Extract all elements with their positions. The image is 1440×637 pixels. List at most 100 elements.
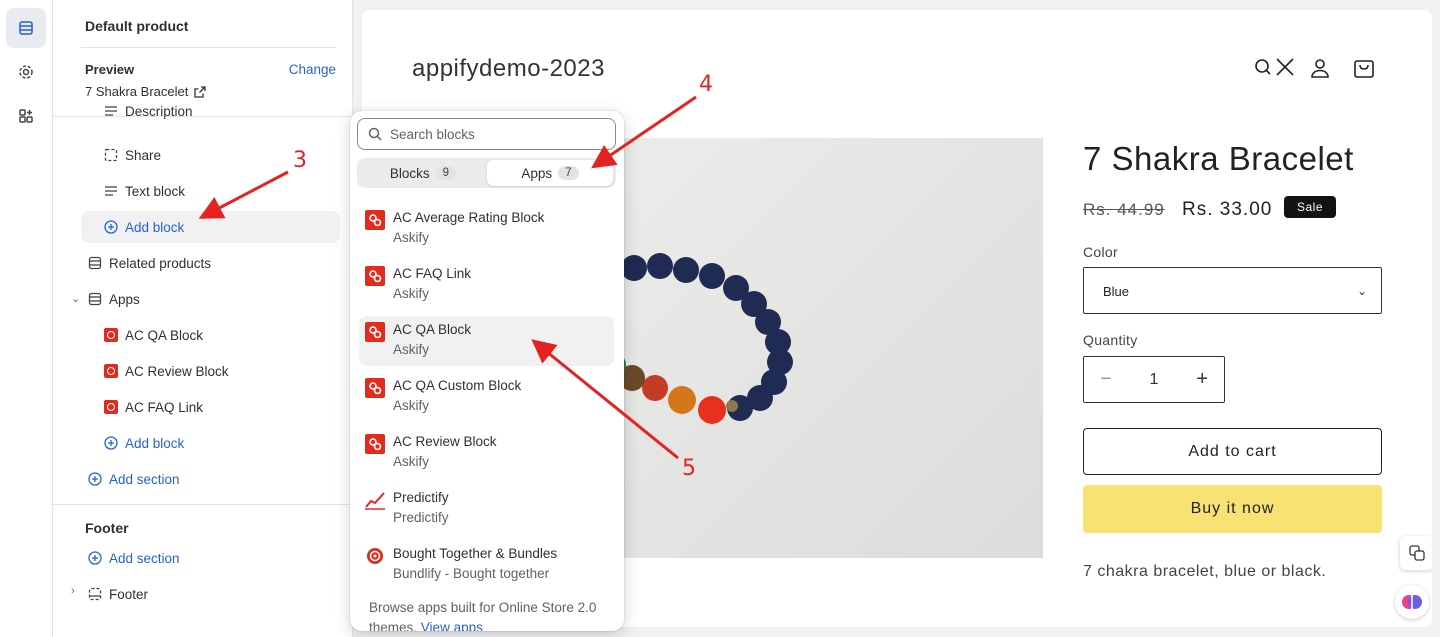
section-footer[interactable]: Footer (87, 578, 352, 610)
section-label: Apps (109, 291, 140, 307)
item-name: Bought Together & Bundles (393, 546, 558, 561)
block-label: Description (125, 104, 193, 119)
section-sidebar: Default product Preview Change 7 Shakra … (53, 0, 353, 637)
tab-label: Blocks (389, 165, 430, 181)
item-vendor: Askify (393, 398, 430, 413)
chevron-down-icon: ⌄ (1356, 284, 1367, 298)
search-icon (368, 127, 382, 141)
annotation-label-3: 3 (293, 148, 307, 173)
add-block-popover: Search blocks Blocks 9 Apps 7 AC Average… (350, 111, 624, 631)
search-input[interactable]: Search blocks (357, 118, 616, 150)
app-block-item[interactable]: AC FAQ Link Askify (359, 260, 614, 310)
product-title: 7 Shakra Bracelet (1083, 140, 1354, 177)
preview-product[interactable]: 7 Shakra Bracelet (85, 84, 206, 99)
block-text[interactable]: Text block (103, 175, 352, 207)
color-select-value: Blue (1103, 284, 1130, 299)
app-block-item[interactable]: Bought Together & Bundles Bundlify - Bou… (359, 540, 614, 590)
askify-app-icon (103, 327, 119, 343)
section-apps[interactable]: Apps (87, 283, 352, 315)
askify-app-icon (365, 378, 385, 398)
close-icon[interactable] (1274, 56, 1298, 80)
add-section-button[interactable]: Add section (87, 463, 352, 495)
askify-app-icon (365, 266, 385, 286)
brain-icon[interactable] (1395, 585, 1429, 619)
plus-circle-icon (87, 471, 103, 487)
item-name: AC FAQ Link (393, 266, 472, 281)
view-apps-link[interactable]: View apps (421, 620, 483, 631)
chevron-down-icon[interactable]: ⌄ (71, 292, 80, 305)
apps-icon[interactable] (6, 96, 46, 136)
share-icon (103, 147, 119, 163)
item-vendor: Askify (393, 454, 430, 469)
predictify-chart-icon (365, 490, 385, 510)
tab-apps[interactable]: Apps 7 (487, 160, 613, 186)
section-icon (87, 291, 103, 307)
tab-blocks[interactable]: Blocks 9 (360, 160, 486, 186)
add-to-cart-button[interactable]: Add to cart (1083, 428, 1382, 475)
askify-app-icon (365, 434, 385, 454)
account-icon[interactable] (1308, 56, 1332, 80)
block-label: AC Review Block (125, 363, 229, 379)
color-label: Color (1083, 244, 1118, 260)
gear-icon[interactable] (6, 52, 46, 92)
product-description: 7 chakra bracelet, blue or black. (1083, 563, 1327, 580)
sections-icon[interactable] (6, 8, 46, 48)
footer-group-title: Footer (85, 520, 129, 536)
item-vendor: Askify (393, 230, 430, 245)
app-block-item[interactable]: AC QA Custom Block Askify (359, 372, 614, 422)
section-icon (87, 255, 103, 271)
quantity-value[interactable]: 1 (1150, 371, 1159, 389)
block-share[interactable]: Share (103, 139, 352, 171)
block-description[interactable]: Description (103, 103, 352, 119)
app-block-item[interactable]: AC QA Block Askify (359, 316, 614, 366)
add-block-button[interactable]: Add block (81, 211, 340, 243)
sale-badge: Sale (1284, 196, 1337, 218)
quantity-stepper[interactable]: − 1 + (1083, 356, 1225, 403)
minus-icon[interactable]: − (1100, 368, 1112, 391)
add-block-label: Add block (125, 435, 185, 451)
add-section-label: Add section (109, 471, 180, 487)
item-name: AC Average Rating Block (393, 210, 545, 225)
block-label: Share (125, 147, 162, 163)
bundlify-icon (365, 546, 385, 566)
footer-add-section-button[interactable]: Add section (87, 542, 352, 574)
app-block-qa[interactable]: AC QA Block (103, 319, 352, 351)
item-name: AC QA Block (393, 322, 472, 337)
search-placeholder: Search blocks (390, 126, 475, 142)
compare-price: Rs. 44.99 (1083, 200, 1165, 219)
annotation-label-4: 4 (699, 72, 713, 97)
text-lines-icon (103, 183, 119, 199)
divider (81, 47, 336, 48)
askify-app-icon (103, 363, 119, 379)
plus-circle-icon (103, 219, 119, 235)
tab-label: Apps (521, 165, 553, 181)
chevron-right-icon[interactable]: › (71, 585, 75, 597)
quantity-label: Quantity (1083, 332, 1138, 348)
external-link-icon (194, 85, 206, 98)
translate-icon[interactable] (1400, 536, 1432, 570)
sale-price: Rs. 33.00 (1182, 199, 1273, 220)
tab-count: 9 (435, 166, 457, 180)
app-block-item[interactable]: AC Review Block Askify (359, 428, 614, 478)
change-link[interactable]: Change (289, 62, 336, 77)
cart-icon[interactable] (1352, 56, 1376, 80)
app-block-faq[interactable]: AC FAQ Link (103, 391, 352, 423)
browse-apps-note: Browse apps built for Online Store 2.0 t… (369, 598, 609, 631)
app-block-item[interactable]: Predictify Predictify (359, 484, 614, 534)
buy-now-button[interactable]: Buy it now (1083, 485, 1382, 533)
item-vendor: Askify (393, 342, 430, 357)
section-related-products[interactable]: Related products (87, 247, 352, 279)
block-label: AC FAQ Link (125, 399, 204, 415)
add-block-label: Add block (125, 219, 185, 235)
section-label: Related products (109, 255, 212, 271)
app-block-review[interactable]: AC Review Block (103, 355, 352, 387)
plus-icon[interactable]: + (1196, 368, 1208, 391)
store-brand[interactable]: appifydemo-2023 (412, 55, 605, 83)
block-type-tabs: Blocks 9 Apps 7 (357, 158, 616, 188)
color-select[interactable]: Blue ⌄ (1083, 267, 1382, 314)
app-block-item[interactable]: AC Average Rating Block Askify (359, 204, 614, 254)
template-title: Default product (85, 18, 189, 34)
add-block-button[interactable]: Add block (103, 427, 352, 459)
annotation-label-5: 5 (682, 456, 696, 481)
item-name: Predictify (393, 490, 449, 505)
